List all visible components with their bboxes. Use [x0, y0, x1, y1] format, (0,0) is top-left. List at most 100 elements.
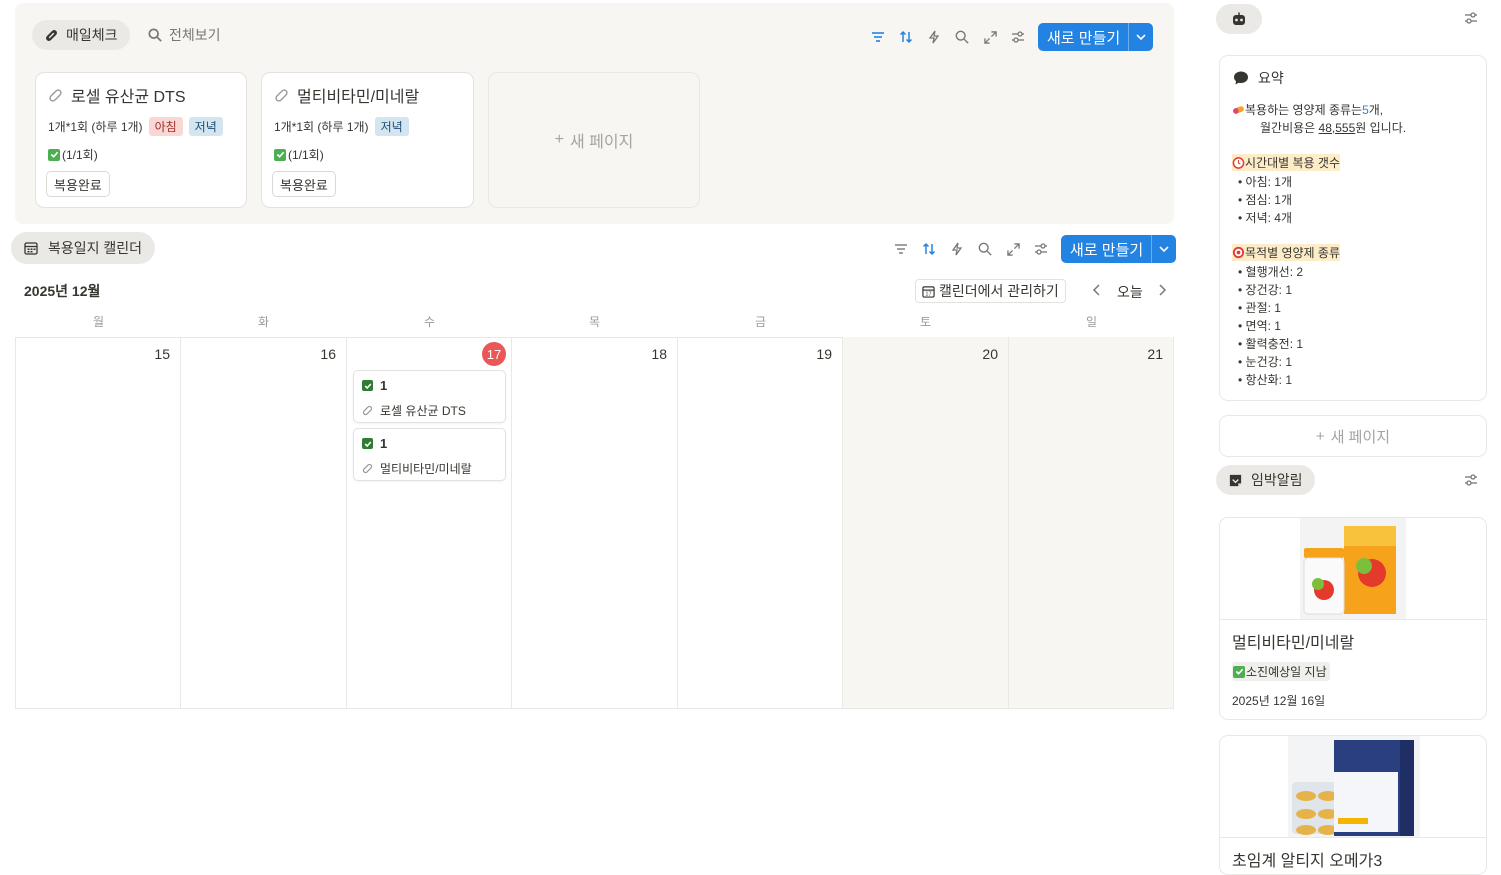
day-number: 15 — [154, 346, 170, 362]
expand-button[interactable] — [976, 23, 1004, 51]
pill-icon — [44, 28, 59, 43]
pill-icon — [274, 88, 289, 103]
pill-icon — [48, 88, 63, 103]
tag-morning: 아침 — [148, 117, 183, 136]
new-page-card[interactable]: + 새 페이지 — [488, 72, 700, 208]
automation-button[interactable] — [920, 23, 948, 51]
search-icon — [148, 28, 162, 42]
alert-status-label: 소진예상일 지남 — [1246, 665, 1327, 679]
gallery-card[interactable]: 멀티비타민/미네랄 1개*1회 (하루 1개) 저녁 (1/1회) 복용완료 — [261, 72, 474, 208]
settings-button[interactable] — [1004, 23, 1032, 51]
day-cell[interactable]: 18 — [512, 337, 678, 709]
dose-text: 1개*1회 (하루 1개) — [274, 120, 369, 134]
robot-icon — [1231, 12, 1247, 26]
new-button[interactable]: 새로 만들기 — [1061, 235, 1177, 263]
event-count: 1 — [380, 436, 388, 451]
purpose-item-text: 혈행개선: 2 — [1245, 265, 1304, 279]
pill-emoji-icon — [1232, 105, 1245, 115]
day-cell-weekend[interactable]: 21 — [1009, 337, 1174, 709]
purpose-item: • 항산화: 1 — [1238, 373, 1293, 387]
alerts-title: 임박알림 — [1251, 472, 1303, 488]
calendar-toolbar: 새로 만들기 — [887, 235, 1177, 263]
search-icon — [955, 30, 969, 44]
search-button[interactable] — [948, 23, 976, 51]
time-item-text: 아침: 1개 — [1245, 175, 1293, 189]
pill-icon — [362, 463, 373, 474]
supplement-count: 5 — [1362, 102, 1369, 117]
next-month-button[interactable] — [1155, 282, 1169, 298]
plus-icon: + — [1315, 427, 1325, 445]
take-done-button[interactable]: 복용완료 — [272, 171, 336, 197]
purpose-item-text: 장건강: 1 — [1245, 283, 1293, 297]
take-done-button[interactable]: 복용완료 — [46, 171, 110, 197]
gallery-card[interactable]: 로셀 유산균 DTS 1개*1회 (하루 1개) 아침 저녁 (1/1회) 복용… — [35, 72, 247, 208]
alarm-clock-icon — [1232, 156, 1245, 169]
sort-button[interactable] — [892, 23, 920, 51]
weekday-label: 화 — [257, 315, 270, 329]
progress-text: (1/1회) — [62, 148, 98, 162]
purpose-item-text: 면역: 1 — [1245, 319, 1281, 333]
alert-card[interactable]: 멀티비타민/미네랄 소진예상일 지남 2025년 12월 16일 — [1219, 517, 1487, 720]
prev-month-button[interactable] — [1090, 282, 1104, 298]
product-image — [1300, 518, 1406, 619]
day-cell[interactable]: 16 — [181, 337, 347, 709]
expand-icon — [983, 30, 997, 44]
search-button[interactable] — [971, 235, 999, 263]
filter-icon — [871, 31, 885, 43]
expand-button[interactable] — [999, 235, 1027, 263]
day-cell[interactable]: 19 — [678, 337, 843, 709]
monthly-cost: 48,555 — [1318, 121, 1356, 135]
day-cell-today[interactable]: 17 1 로셀 유산균 DTS 1 멀티비타민/미네랄 — [347, 337, 512, 709]
automation-button[interactable] — [943, 235, 971, 263]
weekday-label: 수 — [423, 315, 436, 329]
card-divider — [1220, 837, 1486, 838]
chevron-down-icon[interactable] — [1151, 235, 1176, 263]
check-icon — [274, 148, 286, 161]
lightning-icon — [951, 242, 963, 256]
purpose-item: • 면역: 1 — [1238, 319, 1281, 333]
sliders-icon — [1464, 12, 1478, 24]
filter-icon — [894, 243, 908, 255]
day-cell-weekend[interactable]: 20 — [843, 337, 1009, 709]
alert-date: 2025년 12월 16일 — [1232, 694, 1326, 708]
chevron-down-icon[interactable] — [1128, 23, 1153, 51]
day-number: 21 — [1147, 346, 1163, 362]
purpose-item: • 관절: 1 — [1238, 301, 1281, 315]
check-icon — [48, 148, 60, 161]
event-name: 로셀 유산균 DTS — [380, 404, 466, 418]
bot-tab[interactable] — [1216, 4, 1262, 34]
day-number: 16 — [320, 346, 336, 362]
new-page-label: 새 페이지 — [1330, 428, 1391, 446]
summary-line2-post: 원 입니다. — [1355, 121, 1407, 135]
sort-button[interactable] — [915, 235, 943, 263]
panel-settings-button[interactable] — [1464, 12, 1478, 24]
new-button-label: 새로 만들기 — [1047, 29, 1121, 47]
alert-status: 소진예상일 지남 — [1232, 662, 1330, 681]
purpose-item: • 눈건강: 1 — [1238, 355, 1293, 369]
filter-button[interactable] — [887, 235, 915, 263]
tab-view-all-label: 전체보기 — [169, 27, 221, 43]
tab-alerts[interactable]: 임박알림 — [1216, 465, 1315, 495]
calendar-event[interactable]: 1 멀티비타민/미네랄 — [353, 428, 506, 481]
calendar-event[interactable]: 1 로셀 유산균 DTS — [353, 370, 506, 423]
tab-daily-check-label: 매일체크 — [66, 27, 118, 43]
tab-view-all[interactable]: 전체보기 — [136, 20, 233, 50]
summary-new-page-button[interactable]: + 새 페이지 — [1219, 415, 1487, 457]
progress-text: (1/1회) — [288, 148, 324, 162]
tab-daily-check[interactable]: 매일체크 — [32, 20, 130, 50]
purpose-item-text: 항산화: 1 — [1245, 373, 1293, 387]
alert-card[interactable]: 초임계 알티지 오메가3 — [1219, 735, 1487, 875]
manage-in-calendar-button[interactable]: 17 캘린더에서 관리하기 — [915, 279, 1066, 303]
filter-button[interactable] — [864, 23, 892, 51]
settings-button[interactable] — [1027, 235, 1055, 263]
alert-calendar-icon — [1228, 473, 1243, 488]
today-button[interactable]: 오늘 — [1117, 282, 1143, 302]
day-cell[interactable]: 15 — [15, 337, 181, 709]
new-button[interactable]: 새로 만들기 — [1038, 23, 1154, 51]
alerts-settings-button[interactable] — [1464, 474, 1478, 486]
summary-card[interactable]: 요약 복용하는 영양제 종류는 5 개, 월간비용은 48,555원 입니다. 시… — [1219, 55, 1487, 401]
tab-calendar[interactable]: 복용일지 캘린더 — [11, 232, 156, 264]
summary-line1-pre: 복용하는 영양제 종류는 — [1245, 103, 1363, 117]
purpose-item-text: 활력충전: 1 — [1245, 337, 1304, 351]
time-item: • 아침: 1개 — [1238, 175, 1293, 189]
